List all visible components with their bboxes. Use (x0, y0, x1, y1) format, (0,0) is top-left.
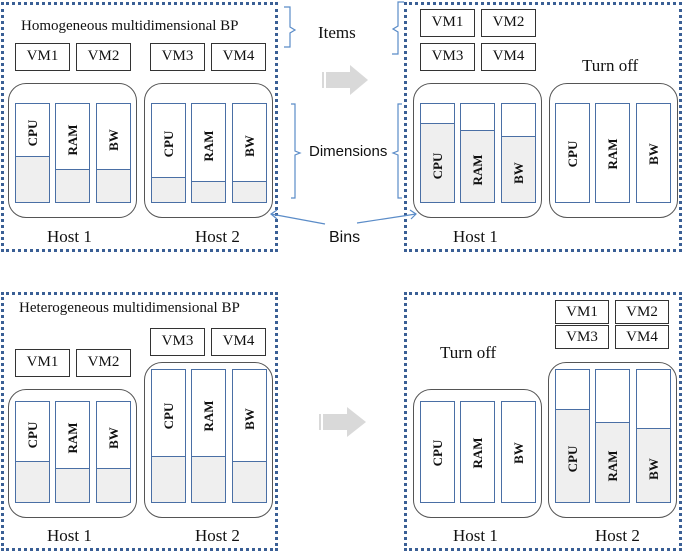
dimension-label: CPU (160, 402, 176, 430)
dimension-label: CPU (24, 119, 40, 147)
dimension-bar-ram: RAM (55, 103, 90, 203)
dimension-bar-ram: RAM (55, 401, 90, 503)
dimension-label: RAM (64, 422, 80, 454)
transition-arrow-bottom (319, 407, 366, 437)
dimension-bar-bw: BW (501, 103, 536, 203)
dimension-bar-ram: RAM (460, 401, 495, 503)
dimension-label: RAM (469, 154, 485, 186)
usage-fill (192, 181, 225, 202)
items-brace-left (284, 6, 297, 48)
dimension-bar-bw: BW (232, 369, 267, 503)
usage-fill (152, 176, 185, 202)
dimension-bar-bw: BW (636, 103, 671, 203)
usage-fill (152, 456, 185, 502)
vm-item: VM2 (615, 300, 669, 324)
dimension-label: RAM (604, 450, 620, 482)
dimension-bar-cpu: CPU (420, 103, 455, 203)
usage-fill (56, 468, 89, 502)
dimension-bar-bw: BW (636, 369, 671, 503)
dimension-bar-bw: BW (96, 401, 131, 503)
usage-fill (192, 456, 225, 502)
dimension-label: RAM (64, 123, 80, 156)
vm-item: VM2 (76, 349, 131, 377)
dimension-bar-cpu: CPU (555, 103, 590, 203)
vm-item: VM3 (150, 328, 205, 356)
dimension-label: BW (645, 458, 661, 480)
dimensions-brace-right (391, 103, 402, 199)
usage-fill (16, 461, 49, 502)
dimensions-annotation: Dimensions (309, 143, 388, 160)
dimension-bar-cpu: CPU (420, 401, 455, 503)
dimension-bar-cpu: CPU (555, 369, 590, 503)
vm-item: VM2 (76, 43, 131, 71)
host-label: Host 1 (47, 526, 92, 545)
vm-item: VM4 (211, 328, 266, 356)
dimension-label: RAM (200, 400, 216, 432)
dimension-bar-cpu: CPU (15, 401, 50, 503)
dimension-bar-cpu: CPU (151, 103, 186, 203)
dimension-label: RAM (469, 437, 485, 469)
dimension-label: BW (241, 408, 257, 430)
dimension-label: RAM (200, 130, 216, 162)
transition-arrow-top (322, 65, 368, 95)
dimension-label: CPU (429, 152, 445, 180)
dimension-label: BW (105, 427, 121, 449)
dimension-bar-bw: BW (501, 401, 536, 503)
dimension-label: CPU (160, 130, 176, 157)
dimension-label: BW (241, 135, 257, 157)
usage-fill (233, 461, 266, 502)
dimension-bar-ram: RAM (191, 369, 226, 503)
dimension-label: BW (510, 442, 526, 464)
dimension-bar-ram: RAM (595, 369, 630, 503)
panel-title: Homogeneous multidimensional BP (21, 18, 239, 34)
usage-fill (97, 468, 130, 502)
dimension-bar-cpu: CPU (15, 103, 50, 203)
panel-title: Heterogeneous multidimensional BP (19, 300, 240, 316)
vm-item: VM4 (211, 43, 266, 71)
turn-off-label: Turn off (440, 343, 497, 362)
vm-item: VM3 (555, 325, 609, 349)
host-label: Host 1 (453, 526, 498, 545)
usage-fill (56, 168, 89, 202)
host-label: Host 2 (195, 526, 240, 545)
vm-item: VM1 (420, 9, 475, 37)
items-annotation: Items (318, 23, 356, 42)
dimension-bar-bw: BW (96, 103, 131, 203)
dimension-label: CPU (564, 140, 580, 168)
usage-fill (16, 155, 49, 202)
dimension-bar-ram: RAM (191, 103, 226, 203)
usage-fill (233, 181, 266, 202)
host-label: Host 1 (453, 227, 498, 246)
vm-item: VM3 (150, 43, 205, 71)
host-label: Host 2 (595, 526, 640, 545)
vm-item: VM1 (15, 349, 70, 377)
dimension-bar-cpu: CPU (151, 369, 186, 503)
items-brace-right (391, 1, 404, 55)
dimension-label: BW (105, 128, 121, 151)
dimension-label: RAM (604, 138, 620, 170)
host-label: Host 1 (47, 227, 92, 246)
dimension-label: BW (645, 143, 661, 165)
dimension-bar-ram: RAM (460, 103, 495, 203)
vm-item: VM1 (555, 300, 609, 324)
vm-item: VM1 (15, 43, 70, 71)
turn-off-label: Turn off (582, 56, 639, 75)
dimension-label: CPU (429, 439, 445, 467)
dimension-label: CPU (24, 421, 40, 448)
vm-item: VM4 (615, 325, 669, 349)
vm-item: VM3 (420, 43, 475, 71)
dimension-label: CPU (564, 445, 580, 473)
dimensions-brace-left (291, 103, 302, 199)
host-label: Host 2 (195, 227, 240, 246)
dimension-bar-bw: BW (232, 103, 267, 203)
bins-arrow-left (269, 209, 326, 225)
vm-item: VM4 (481, 43, 536, 71)
vm-item: VM2 (481, 9, 536, 37)
dimension-label: BW (510, 162, 526, 184)
dimension-bar-ram: RAM (595, 103, 630, 203)
bins-annotation: Bins (329, 229, 361, 246)
usage-fill (97, 168, 130, 202)
